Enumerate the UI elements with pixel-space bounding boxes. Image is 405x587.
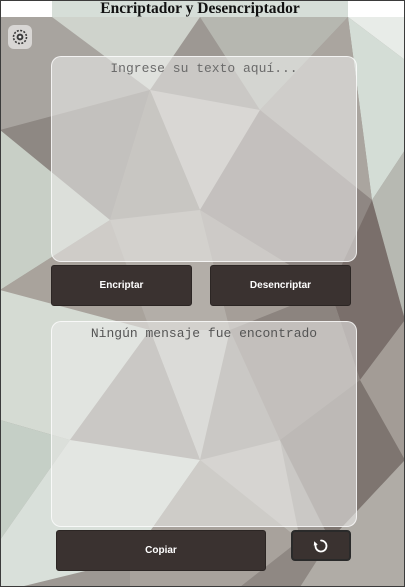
input-panel (51, 56, 357, 262)
output-message: Ningún mensaje fue encontrado (90, 326, 318, 341)
refresh-icon (313, 539, 328, 552)
copy-button[interactable]: Copiar (56, 530, 266, 571)
text-input[interactable] (52, 57, 356, 261)
reset-button[interactable] (291, 530, 351, 561)
gear-head-logo-icon (8, 25, 32, 49)
decrypt-button[interactable]: Desencriptar (210, 265, 351, 306)
output-panel: Ningún mensaje fue encontrado (51, 321, 357, 527)
encrypt-button[interactable]: Encriptar (51, 265, 192, 306)
page-title: Encriptador y Desencriptador (100, 0, 300, 17)
